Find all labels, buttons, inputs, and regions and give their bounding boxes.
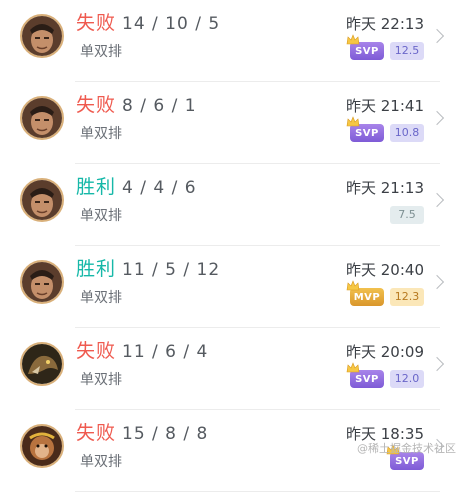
kda-stat: 8 / 6 / 1 [122, 96, 197, 116]
hero-avatar [20, 96, 64, 140]
medal-label: SVP [395, 455, 419, 467]
game-mode: 单双排 [80, 454, 122, 470]
match-result: 胜利 [76, 176, 117, 198]
kda-stat: 11 / 5 / 12 [122, 260, 221, 280]
crown-icon [346, 116, 360, 127]
match-time: 昨天 20:09 [346, 343, 424, 361]
chevron-right-icon[interactable] [429, 110, 445, 126]
badge-group: SVP 10.8 [346, 116, 424, 143]
hero-avatar [20, 342, 64, 386]
svp-badge: SVP [346, 34, 384, 60]
rating-score: 10.8 [390, 124, 424, 142]
hero-avatar [20, 14, 64, 58]
match-result: 失败 [76, 340, 117, 362]
medal-label: MVP [353, 291, 381, 303]
medal-label: SVP [355, 373, 379, 385]
match-result: 失败 [76, 94, 117, 116]
kda-stat: 14 / 10 / 5 [122, 14, 221, 34]
kda-stat: 15 / 8 / 8 [122, 424, 209, 444]
hero-avatar [20, 260, 64, 304]
match-row[interactable]: 胜利 11 / 5 / 12 单双排 昨天 20:40 MVP 12.3 [0, 246, 460, 328]
rating-score: 12.0 [390, 370, 424, 388]
match-result: 胜利 [76, 258, 117, 280]
hero-avatar [20, 424, 64, 468]
game-mode: 单双排 [80, 126, 122, 142]
match-time: 昨天 20:40 [346, 261, 424, 279]
match-row[interactable]: 失败 11 / 6 / 4 单双排 昨天 20:09 SVP 12.0 [0, 328, 460, 410]
match-row[interactable]: 胜利 4 / 4 / 6 单双排 昨天 21:13 7.5 [0, 164, 460, 246]
match-row[interactable]: 失败 8 / 6 / 1 单双排 昨天 21:41 SVP 10.8 [0, 82, 460, 164]
chevron-right-icon[interactable] [429, 356, 445, 372]
match-result: 失败 [76, 12, 117, 34]
mvp-badge: MVP [346, 280, 384, 306]
kda-stat: 4 / 4 / 6 [122, 178, 197, 198]
watermark: @稀土掘金技术社区 [357, 442, 456, 455]
game-mode: 单双排 [80, 44, 122, 60]
match-time: 昨天 21:41 [346, 97, 424, 115]
match-history-list: 失败 14 / 10 / 5 单双排 昨天 22:13 SVP 12.5 失败 8 / 6 /… [0, 0, 460, 492]
badge-group: SVP 12.5 [346, 34, 424, 61]
badge-group: MVP 12.3 [346, 280, 424, 307]
chevron-right-icon[interactable] [429, 28, 445, 44]
badge-group: SVP 12.0 [346, 362, 424, 389]
crown-icon [346, 280, 360, 291]
rating-score: 12.5 [390, 42, 424, 60]
medal-label: SVP [355, 127, 379, 139]
crown-icon [346, 34, 360, 45]
rating-score: 7.5 [390, 206, 424, 224]
hero-avatar [20, 178, 64, 222]
chevron-right-icon[interactable] [429, 274, 445, 290]
game-mode: 单双排 [80, 290, 122, 306]
match-time: 昨天 21:13 [346, 179, 424, 197]
crown-icon [346, 362, 360, 373]
svp-badge: SVP [346, 362, 384, 388]
match-time: 昨天 22:13 [346, 15, 424, 33]
match-result: 失败 [76, 422, 117, 444]
game-mode: 单双排 [80, 372, 122, 388]
match-row[interactable]: 失败 14 / 10 / 5 单双排 昨天 22:13 SVP 12.5 [0, 0, 460, 82]
kda-stat: 11 / 6 / 4 [122, 342, 209, 362]
svp-badge: SVP [346, 116, 384, 142]
badge-group: 7.5 [390, 205, 424, 225]
game-mode: 单双排 [80, 208, 122, 224]
rating-score: 12.3 [390, 288, 424, 306]
medal-label: SVP [355, 45, 379, 57]
chevron-right-icon[interactable] [429, 192, 445, 208]
